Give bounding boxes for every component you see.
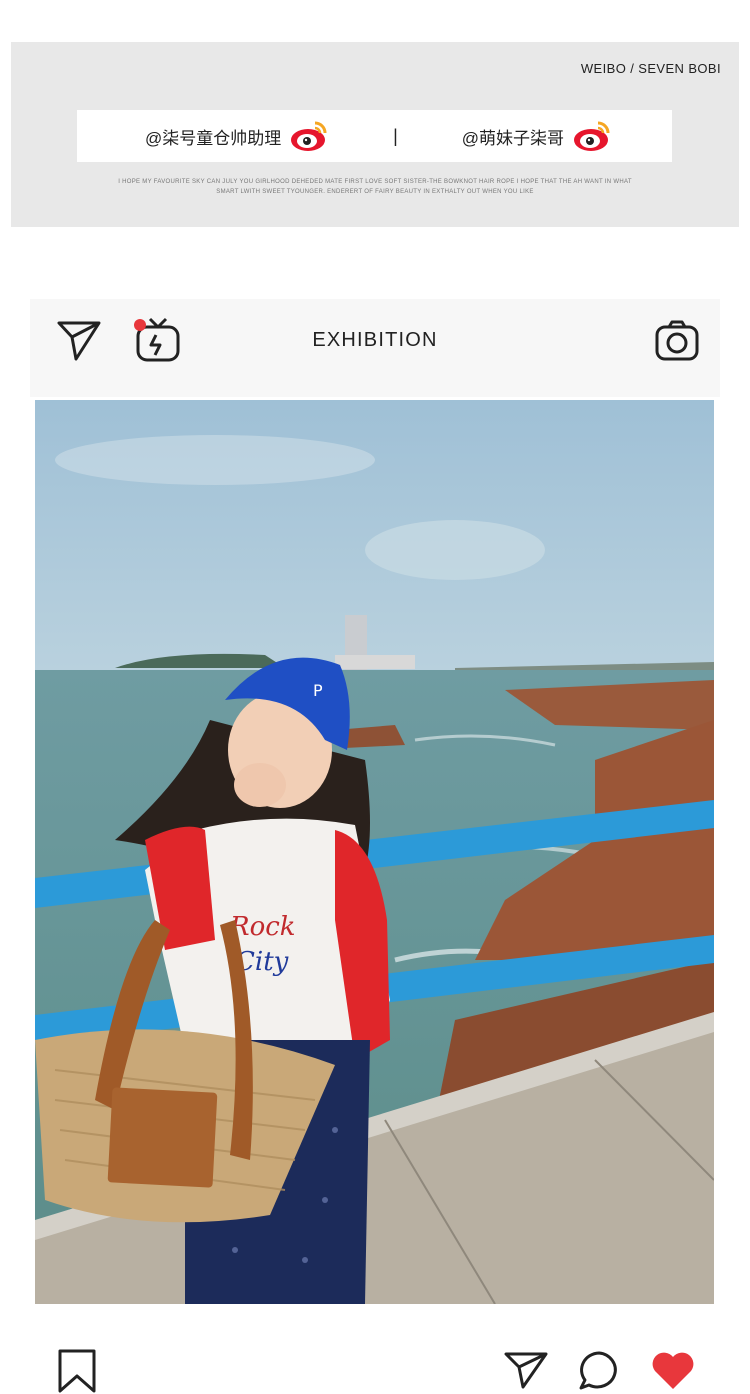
handle-right-text: @萌妹子柒哥 bbox=[461, 128, 564, 148]
camera-icon[interactable] bbox=[654, 319, 700, 363]
heart-icon[interactable] bbox=[649, 1349, 697, 1391]
photo-illustration: P Rock City bbox=[35, 400, 714, 1304]
shirt-print: Rock bbox=[229, 912, 296, 942]
post-header: EXHIBITION bbox=[30, 299, 720, 397]
comment-icon[interactable] bbox=[577, 1349, 621, 1391]
post-actions bbox=[0, 1340, 750, 1394]
post-photo[interactable]: P Rock City bbox=[35, 400, 714, 1304]
bookmark-icon[interactable] bbox=[56, 1348, 98, 1394]
post-title: EXHIBITION bbox=[312, 329, 438, 351]
weibo-logo-icon bbox=[291, 121, 327, 151]
handle-bar: @柒号童仓帅助理 | @萌妹子柒哥 bbox=[77, 110, 672, 162]
cap-logo: P bbox=[313, 681, 323, 700]
weibo-logo-icon bbox=[574, 121, 610, 151]
weibo-banner: WEIBO / SEVEN BOBI @柒号童仓帅助理 | @萌妹子柒哥 I H… bbox=[11, 42, 739, 227]
banner-brand: WEIBO / SEVEN BOBI bbox=[580, 61, 721, 76]
handle-left-text: @柒号童仓帅助理 bbox=[145, 128, 282, 148]
banner-fine-print: I HOPE MY FAVOURITE SKY CAN JULY YOU GIR… bbox=[118, 179, 632, 195]
handle-separator: | bbox=[393, 125, 398, 146]
weibo-handle-right[interactable]: @萌妹子柒哥 bbox=[462, 119, 612, 153]
weibo-handle-left[interactable]: @柒号童仓帅助理 bbox=[145, 119, 329, 153]
send-icon[interactable] bbox=[503, 1350, 549, 1390]
